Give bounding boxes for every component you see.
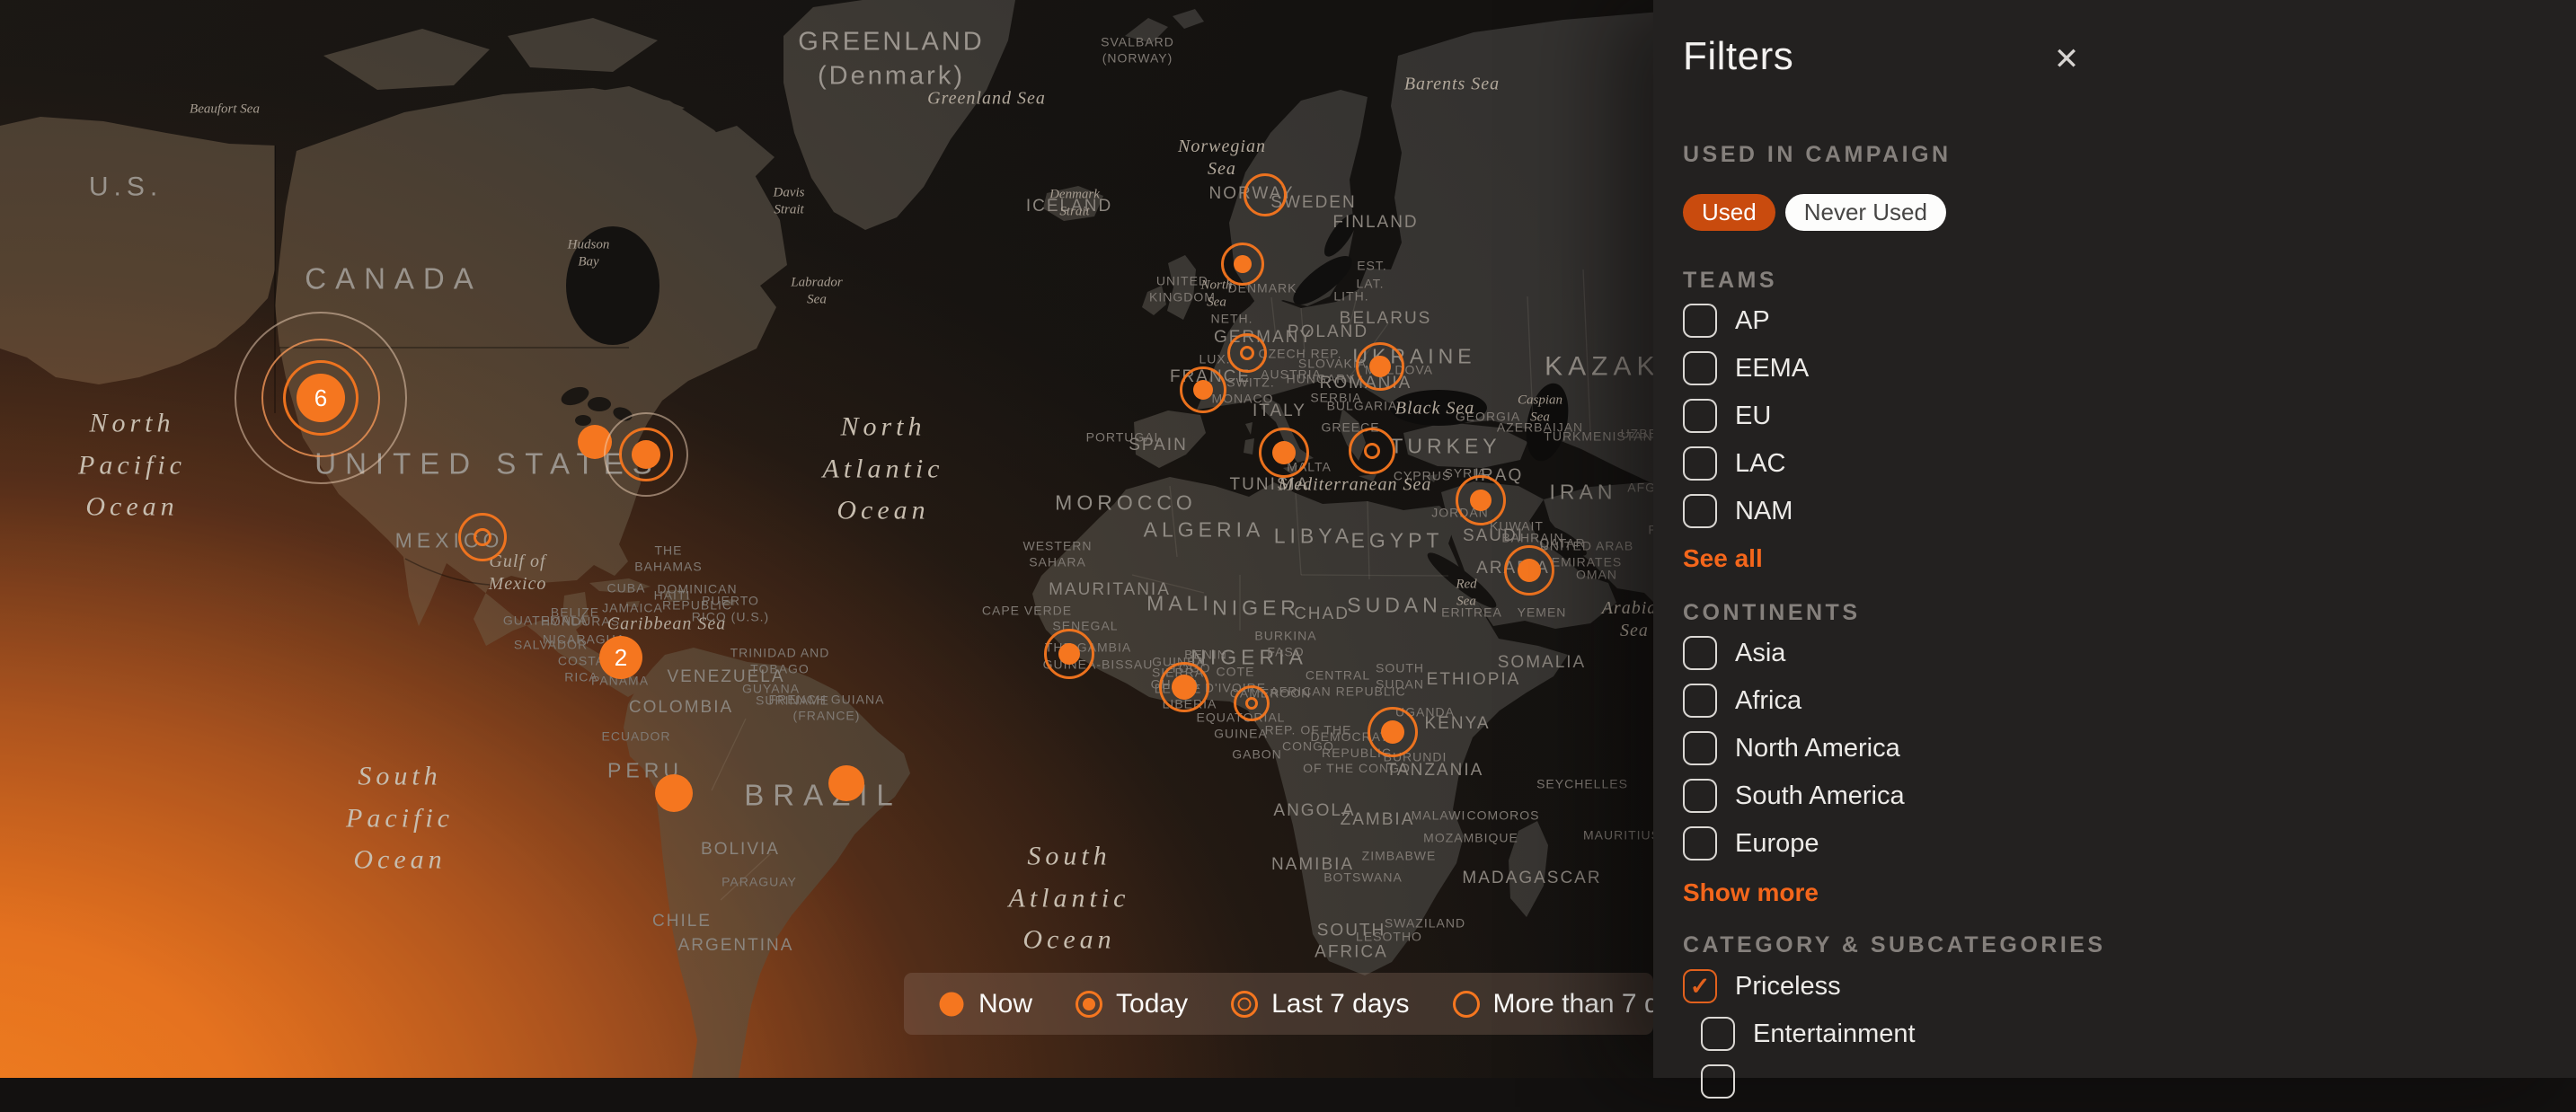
continents (0, 0, 1761, 1078)
category-item[interactable] (1701, 1064, 1916, 1099)
legend-label: Today (1116, 989, 1188, 1019)
marker-dot (1369, 356, 1391, 377)
marker-dot (1234, 255, 1252, 273)
marker-dot (1172, 675, 1197, 700)
checkbox-label: Priceless (1735, 972, 1841, 1002)
marker-dot (1381, 720, 1404, 744)
marker-dot: 2 (599, 636, 642, 679)
legend-label: More than 7 days ago (1493, 989, 1653, 1019)
close-icon[interactable]: ✕ (2047, 40, 2086, 79)
checkbox-label: Africa (1735, 686, 1801, 716)
continent-item-north-america[interactable]: North America (1683, 731, 1905, 765)
category-list: ✓ Priceless Entertainment (1683, 969, 1916, 1112)
checkbox-unchecked[interactable] (1683, 494, 1717, 528)
used-in-campaign-toggle: Used Never Used (1683, 194, 1946, 231)
section-header-continents: CONTINENTS (1683, 600, 1861, 626)
marker-dot (1058, 643, 1080, 665)
continent-item-asia[interactable]: Asia (1683, 636, 1905, 670)
marker-ring (1349, 428, 1395, 474)
checkbox-label: South America (1735, 781, 1905, 811)
checkbox-label: North America (1735, 734, 1900, 763)
checkbox-unchecked[interactable] (1683, 826, 1717, 860)
continents-list: Asia Africa North America South America Euro… (1683, 636, 1905, 874)
legend-item: Last 7 days (1229, 989, 1409, 1019)
now-marker-icon (936, 989, 967, 1019)
checkbox-unchecked[interactable] (1683, 684, 1717, 718)
marker-dot (1272, 441, 1296, 464)
continent-item-south-america[interactable]: South America (1683, 779, 1905, 813)
checkbox-unchecked[interactable] (1683, 399, 1717, 433)
teams-list: AP EEMA EU LAC NAM (1683, 304, 1809, 542)
today-marker-icon (1074, 989, 1104, 1019)
team-item-eema[interactable]: EEMA (1683, 351, 1809, 385)
marker-ring (1244, 173, 1287, 216)
checkbox-unchecked[interactable] (1683, 351, 1717, 385)
marker-dot (1470, 490, 1492, 511)
filters-panel: Filters ✕ USED IN CAMPAIGN Used Never Use… (1653, 0, 2576, 1078)
older-marker-icon (1451, 989, 1482, 1019)
checkbox-label: NAM (1735, 497, 1793, 526)
used-filter-pill-used[interactable]: Used (1683, 194, 1775, 231)
section-header-used-in-campaign: USED IN CAMPAIGN (1683, 142, 1952, 168)
checkbox-label: Europe (1735, 829, 1819, 859)
category-item-entertainment[interactable]: Entertainment (1701, 1017, 1916, 1051)
marker-dot (655, 774, 693, 812)
marker-dot (828, 765, 864, 801)
checkbox-label: EEMA (1735, 354, 1809, 384)
checkbox-unchecked[interactable] (1701, 1064, 1735, 1099)
category-item-priceless[interactable]: ✓ Priceless (1683, 969, 1916, 1003)
marker-dot (632, 440, 660, 469)
continent-item-africa[interactable]: Africa (1683, 684, 1905, 718)
checkbox-unchecked[interactable] (1683, 446, 1717, 481)
checkbox-label: Asia (1735, 639, 1785, 668)
checkbox-unchecked[interactable] (1701, 1017, 1735, 1051)
team-item-ap[interactable]: AP (1683, 304, 1809, 338)
marker-dot (1193, 380, 1213, 400)
legend-label: Now (978, 989, 1032, 1019)
continents-show-more-link[interactable]: Show more (1683, 878, 1819, 907)
marker-dot: 6 (297, 374, 345, 422)
used-filter-pill-never-used[interactable]: Never Used (1785, 194, 1946, 231)
legend-item: Today (1074, 989, 1188, 1019)
legend-item: More than 7 days ago (1451, 989, 1653, 1019)
checkbox-unchecked[interactable] (1683, 779, 1717, 813)
team-item-lac[interactable]: LAC (1683, 446, 1809, 481)
checkbox-unchecked[interactable] (1683, 636, 1717, 670)
checkbox-unchecked[interactable] (1683, 731, 1717, 765)
checkbox-label: EU (1735, 402, 1771, 431)
marker-dot (1518, 559, 1541, 582)
last7-marker-icon (1229, 989, 1260, 1019)
panel-title: Filters (1683, 34, 1793, 79)
checkbox-unchecked[interactable] (1683, 304, 1717, 338)
continent-item-europe[interactable]: Europe (1683, 826, 1905, 860)
map-time-legend: Now Today Last 7 days More than 7 days ago (904, 973, 1653, 1035)
marker-ring (1227, 333, 1267, 373)
checkbox-label: LAC (1735, 449, 1785, 479)
legend-label: Last 7 days (1271, 989, 1409, 1019)
checkbox-label: Entertainment (1753, 1019, 1916, 1049)
marker-ring (1234, 685, 1270, 721)
checkbox-label: AP (1735, 306, 1770, 336)
teams-see-all-link[interactable]: See all (1683, 544, 1763, 573)
section-header-category: CATEGORY & SUBCATEGORIES (1683, 932, 2106, 958)
marker-ring (458, 513, 507, 561)
team-item-eu[interactable]: EU (1683, 399, 1809, 433)
section-header-teams: TEAMS (1683, 268, 1777, 294)
legend-item: Now (936, 989, 1032, 1019)
checkbox-checked[interactable]: ✓ (1683, 969, 1717, 1003)
team-item-nam[interactable]: NAM (1683, 494, 1809, 528)
